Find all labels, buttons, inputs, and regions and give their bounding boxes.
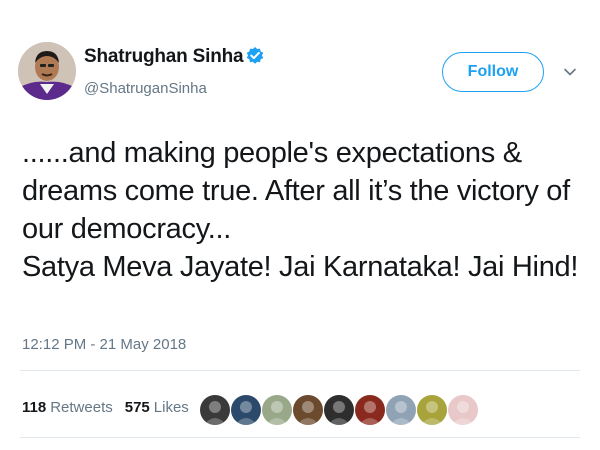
follow-button[interactable]: Follow bbox=[442, 52, 544, 92]
verified-badge-icon bbox=[245, 46, 265, 66]
tweet-timestamp[interactable]: 12:12 PM - 21 May 2018 bbox=[22, 336, 186, 353]
tweet-text-line: dreams come true. After all it’s the vic… bbox=[22, 175, 570, 207]
liker-avatar-7-icon[interactable] bbox=[385, 394, 417, 426]
chevron-down-icon[interactable] bbox=[562, 64, 578, 80]
tweet-text-line: ......and making people's expectations & bbox=[22, 137, 522, 169]
liker-avatar-3-icon[interactable] bbox=[261, 394, 293, 426]
divider bbox=[20, 437, 580, 438]
divider bbox=[20, 370, 580, 371]
author-name[interactable]: Shatrughan Sinha bbox=[84, 46, 244, 68]
retweets-label: Retweets bbox=[50, 399, 113, 416]
retweets-count: 118 bbox=[22, 399, 47, 416]
liker-avatar-6-icon[interactable] bbox=[354, 394, 386, 426]
liker-avatar-9-icon[interactable] bbox=[447, 394, 479, 426]
liker-avatar-2-icon[interactable] bbox=[230, 394, 262, 426]
user-avatar-icon bbox=[18, 42, 76, 100]
liker-avatar-1-icon[interactable] bbox=[199, 394, 231, 426]
likers-avatar-list bbox=[199, 394, 479, 426]
author-handle[interactable]: @ShatruganSinha bbox=[84, 80, 207, 97]
likes-stat[interactable]: 575 Likes bbox=[125, 399, 189, 416]
tweet-text-line: Satya Meva Jayate! Jai Karnataka! Jai Hi… bbox=[22, 251, 579, 283]
tweet-text: ......and making people's expectations &… bbox=[22, 134, 587, 286]
liker-avatar-8-icon[interactable] bbox=[416, 394, 448, 426]
retweets-stat[interactable]: 118 Retweets bbox=[22, 399, 113, 416]
tweet-text-line: our democracy... bbox=[22, 213, 232, 245]
likes-count: 575 bbox=[124, 399, 150, 416]
liker-avatar-5-icon[interactable] bbox=[323, 394, 355, 426]
author-avatar[interactable] bbox=[18, 42, 76, 100]
tweet-stats: 118 Retweets 575 Likes bbox=[22, 399, 189, 416]
tweet-card: Shatrughan Sinha @ShatruganSinha Follow … bbox=[0, 0, 600, 450]
likes-label: Likes bbox=[153, 399, 189, 416]
liker-avatar-4-icon[interactable] bbox=[292, 394, 324, 426]
